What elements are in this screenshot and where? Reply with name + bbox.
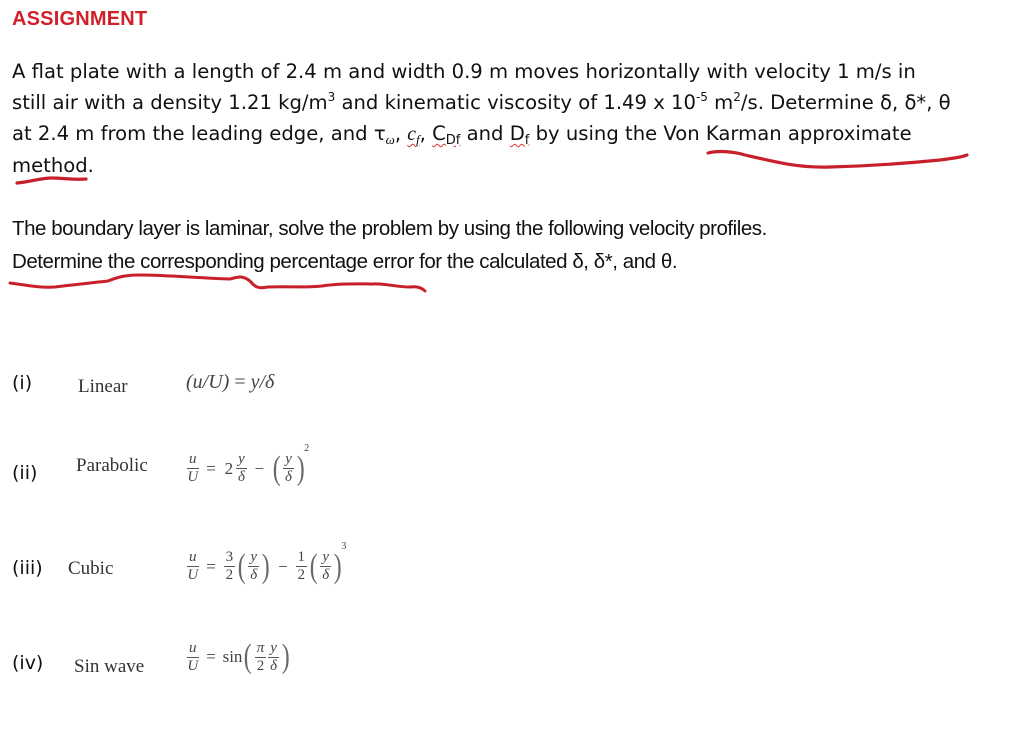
paren-right: ) bbox=[333, 547, 342, 585]
coef-2: 2 bbox=[224, 458, 234, 478]
exponent-3: 3 bbox=[341, 541, 347, 552]
paren-left: ( bbox=[237, 547, 246, 585]
text-von-karman: by using the Von Karman approximate bbox=[529, 122, 912, 145]
text-determine: /s. Determine δ, δ*, θ bbox=[740, 91, 951, 114]
symbol-cdf: CDf bbox=[432, 122, 461, 148]
profile-name-linear: Linear bbox=[78, 376, 128, 397]
paren-left: ( bbox=[244, 638, 253, 675]
equation-parabolic: uU = 2yδ − (y δ)2 bbox=[186, 443, 309, 486]
text-density: still air with a density 1.21 kg/m bbox=[12, 91, 328, 114]
eq-sign: = bbox=[234, 371, 246, 393]
eq-lhs: (u/U) bbox=[186, 371, 230, 393]
problem-line-1: A flat plate with a length of 2.4 m and … bbox=[12, 60, 916, 83]
instructions-line-2: Determine the corresponding percentage e… bbox=[12, 250, 678, 273]
instructions-line-1: The boundary layer is laminar, solve the… bbox=[12, 217, 767, 240]
text-unit: m bbox=[707, 91, 734, 114]
subscript-omega: ω bbox=[385, 132, 395, 147]
symbol-cf: cf bbox=[407, 124, 420, 147]
exponent-2: 2 bbox=[304, 443, 310, 454]
minus-sign: − bbox=[254, 458, 265, 478]
profile-name-cubic: Cubic bbox=[68, 558, 114, 579]
text-leading-edge: at 2.4 m from the leading edge, and bbox=[12, 122, 374, 145]
paren-right: ) bbox=[296, 449, 305, 487]
profile-name-sin-wave: Sin wave bbox=[74, 656, 145, 677]
fraction-pi-over-2: π2 bbox=[254, 639, 267, 674]
symbol-tau: τ bbox=[373, 122, 386, 145]
minus-sign: − bbox=[278, 556, 288, 576]
separator: , bbox=[394, 122, 408, 145]
eq-sign: = bbox=[206, 458, 216, 478]
eq-sign: = bbox=[206, 556, 216, 576]
text-and: and bbox=[460, 122, 510, 145]
problem-line-3: at 2.4 m from the leading edge, and τω, … bbox=[12, 118, 1022, 150]
profile-label-i: (i) bbox=[12, 372, 33, 394]
fraction-u-over-U: uU bbox=[187, 639, 199, 674]
profile-label-iv: (iv) bbox=[12, 652, 44, 674]
fraction-3-over-2: 32 bbox=[223, 549, 236, 584]
fraction-u-over-U: uU bbox=[187, 451, 199, 486]
fraction-y-over-delta: yδ bbox=[268, 639, 279, 674]
fraction-y-over-delta: yδ bbox=[320, 549, 332, 584]
paren-right: ) bbox=[261, 547, 270, 585]
equation-cubic: uU = 3 2(y δ) − 1 2(y δ)3 bbox=[186, 541, 346, 584]
separator: , bbox=[419, 122, 433, 145]
eq-sign: = bbox=[206, 647, 216, 666]
paren-left: ( bbox=[272, 449, 281, 487]
profile-name-parabolic: Parabolic bbox=[76, 455, 148, 476]
problem-line-4: method. bbox=[12, 154, 94, 177]
instructions: The boundary layer is laminar, solve the… bbox=[12, 212, 1022, 278]
fraction-y-over-delta: yδ bbox=[236, 451, 247, 486]
fraction-u-over-U: uU bbox=[187, 549, 199, 584]
paren-right: ) bbox=[281, 638, 290, 675]
problem-line-2: still air with a density 1.21 kg/m3 and … bbox=[12, 87, 1022, 118]
symbol-df: Df bbox=[509, 122, 530, 148]
assignment-title: ASSIGNMENT bbox=[12, 8, 148, 30]
superscript: 2 bbox=[733, 90, 741, 104]
equation-sin-wave: uU = sin(π 2 y δ) bbox=[186, 640, 291, 674]
fraction-1-over-2: 12 bbox=[295, 549, 308, 584]
profile-label-iii: (iii) bbox=[12, 557, 43, 579]
text-viscosity: and kinematic viscosity of 1.49 x 10 bbox=[335, 91, 696, 114]
eq-rhs: y/δ bbox=[250, 371, 275, 393]
paren-left: ( bbox=[309, 547, 318, 585]
profile-label-ii: (ii) bbox=[12, 462, 38, 484]
superscript: -5 bbox=[695, 90, 708, 104]
fraction-y-over-delta: yδ bbox=[248, 549, 260, 584]
fraction-y-over-delta: yδ bbox=[283, 451, 294, 486]
equation-linear: (u/U) = y/δ bbox=[186, 371, 274, 394]
problem-statement: A flat plate with a length of 2.4 m and … bbox=[12, 56, 1022, 181]
sin-function: sin bbox=[222, 647, 243, 666]
